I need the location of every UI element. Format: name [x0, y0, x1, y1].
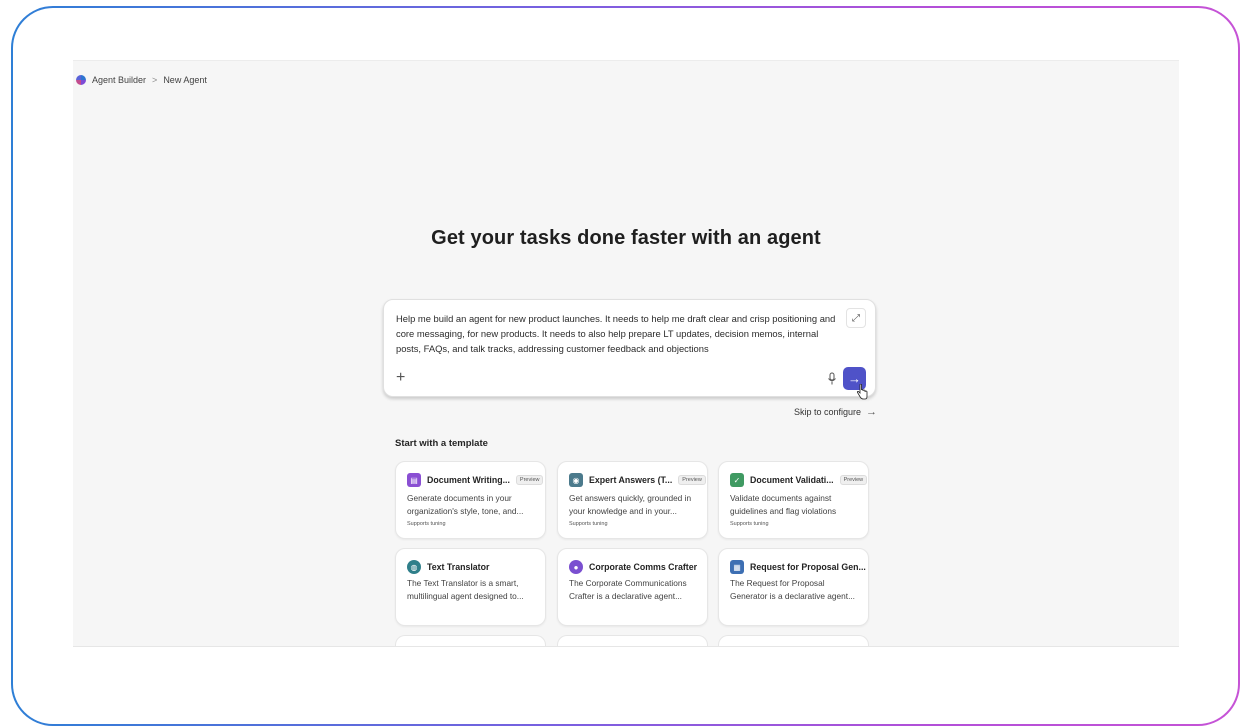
plus-icon: + [396, 369, 406, 386]
person-icon: ● [569, 560, 583, 574]
skip-to-configure-link[interactable]: Skip to configure → [794, 406, 877, 418]
add-attachment-button[interactable]: + [396, 370, 405, 386]
template-card-partial[interactable] [395, 635, 546, 646]
template-card-title: Expert Answers (T... [589, 475, 673, 485]
template-card-description: Generate documents in your organization'… [407, 493, 524, 516]
agent-builder-app: Agent Builder > New Agent Get your tasks… [73, 60, 1179, 647]
preview-badge: Preview [839, 475, 868, 485]
expand-button[interactable]: ⤢ [846, 308, 866, 328]
check-icon: ✓ [730, 473, 744, 487]
template-card-description: The Corporate Communications Crafter is … [569, 578, 687, 601]
app-logo-icon [76, 75, 86, 85]
expand-icon: ⤢ [852, 312, 860, 324]
template-section-heading: Start with a template [395, 438, 488, 449]
arrow-right-icon: → [866, 406, 878, 418]
template-card-title: Request for Proposal Gen... [750, 562, 866, 572]
document-icon: ▤ [407, 473, 421, 487]
template-card-title: Document Validati... [750, 475, 834, 485]
template-card-document-validation[interactable]: ✓ Document Validati... Preview Validate … [718, 461, 869, 539]
prompt-composer[interactable]: Help me build an agent for new product l… [383, 299, 876, 400]
hand-cursor-icon [856, 384, 868, 400]
preview-badge: Preview [515, 475, 544, 485]
supports-tuning-label: Supports tuning [569, 521, 608, 527]
expert-icon: ◉ [569, 473, 583, 487]
breadcrumb-root[interactable]: Agent Builder [92, 75, 146, 85]
microphone-icon[interactable] [826, 372, 838, 386]
template-card-title: Document Writing... [427, 475, 510, 485]
prompt-input[interactable]: Help me build an agent for new product l… [396, 311, 844, 356]
breadcrumb: Agent Builder > New Agent [76, 75, 207, 85]
supports-tuning-label: Supports tuning [407, 521, 446, 527]
template-card-document-writing[interactable]: ▤ Document Writing... Preview Generate d… [395, 461, 546, 539]
supports-tuning-label: Supports tuning [730, 521, 769, 527]
skip-label: Skip to configure [794, 407, 862, 417]
template-card-title: Corporate Comms Crafter [589, 562, 698, 572]
template-card-description: The Text Translator is a smart, multilin… [407, 578, 524, 601]
template-card-rfp-generator[interactable]: ▦ Request for Proposal Gen... The Reques… [718, 548, 869, 626]
proposal-icon: ▦ [730, 560, 744, 574]
template-card-description: Get answers quickly, grounded in your kn… [569, 493, 692, 516]
breadcrumb-separator: > [152, 75, 158, 85]
template-card-title: Text Translator [427, 562, 490, 572]
template-card-description: Validate documents against guidelines an… [730, 493, 837, 516]
page-title: Get your tasks done faster with an agent [431, 227, 821, 249]
template-card-text-translator[interactable]: ◍ Text Translator The Text Translator is… [395, 548, 546, 626]
globe-icon: ◍ [407, 560, 421, 574]
template-card-expert-answers[interactable]: ◉ Expert Answers (T... Preview Get answe… [557, 461, 708, 539]
template-card-partial[interactable] [718, 635, 869, 646]
template-card-description: The Request for Proposal Generator is a … [730, 578, 855, 601]
breadcrumb-current: New Agent [163, 75, 207, 85]
template-card-corporate-comms[interactable]: ● Corporate Comms Crafter The Corporate … [557, 548, 708, 626]
template-card-partial[interactable] [557, 635, 708, 646]
preview-badge: Preview [678, 475, 706, 485]
